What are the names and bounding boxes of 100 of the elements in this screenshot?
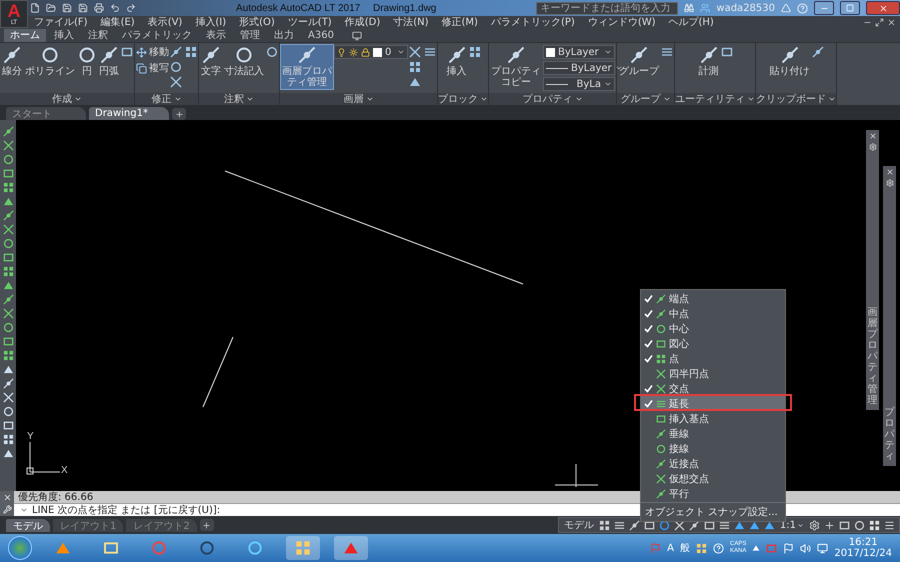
palette-strip[interactable]: プロパティ (883, 166, 896, 466)
menu-item[interactable]: 図心 (641, 336, 785, 351)
status-icon (839, 520, 850, 530)
dropdown[interactable]: ByLa (543, 77, 615, 91)
menu-item[interactable]: 形式(O) (239, 16, 275, 29)
search-field[interactable]: キーワードまたは語句を入力 (536, 2, 678, 14)
ribbon-tool-button[interactable]: 計測 (698, 45, 720, 78)
menu-item[interactable]: ツール(T) (288, 16, 332, 29)
quick-access-button[interactable] (110, 3, 120, 13)
menu-item[interactable]: ウィンドウ(W) (588, 16, 656, 29)
command-grip[interactable] (0, 491, 14, 516)
tool-icon (185, 46, 197, 58)
menu-item[interactable]: 表示(V) (148, 16, 182, 29)
quick-access-button[interactable] (30, 3, 40, 13)
plus-icon (824, 520, 835, 530)
ribbon-tool-button[interactable]: 挿入 (446, 45, 468, 78)
start-button[interactable] (8, 536, 32, 560)
new-tab-button[interactable] (172, 108, 186, 120)
ribbon-tab[interactable]: パラメトリック (116, 29, 198, 42)
tool-icon (170, 46, 182, 58)
ribbon-small-button[interactable]: 複写 (136, 61, 169, 75)
tool-icon (468, 46, 480, 58)
quick-access-button[interactable] (62, 3, 72, 13)
ribbon-tool-button[interactable]: 円弧 (98, 45, 120, 78)
menu-item[interactable]: 寸法(N) (393, 16, 429, 29)
snap-icon (656, 458, 666, 468)
ribbon-tab[interactable]: 出力 (268, 29, 300, 42)
tool-icon (2, 266, 14, 277)
quick-access-button[interactable] (126, 3, 136, 13)
ribbon-tool-button[interactable]: ポリライン (24, 45, 76, 78)
clock-date[interactable]: 2017/12/24 (834, 548, 892, 559)
menu-item[interactable]: 中心 (641, 321, 785, 336)
ribbon-small-button[interactable]: 移動 (136, 45, 169, 59)
ribbon-tool-button[interactable]: 線分 (1, 45, 23, 78)
tool-icon (2, 364, 14, 375)
tool-icon (2, 322, 14, 333)
ribbon-tab[interactable]: 表示 (200, 29, 232, 42)
maximize-button[interactable] (840, 1, 860, 15)
ribbon-tool-button[interactable]: 貼り付け (768, 45, 810, 78)
menu-item[interactable]: 編集(E) (100, 16, 135, 29)
quick-access-button[interactable] (94, 3, 104, 13)
status-icon (704, 520, 715, 530)
ribbon-tool-button[interactable]: グループ (618, 45, 660, 78)
ribbon-tab[interactable]: 挿入 (48, 29, 80, 42)
dropdown[interactable]: ByLayer (543, 45, 615, 59)
new-layout-button[interactable] (200, 519, 214, 531)
menu-item[interactable]: 挿入(I) (195, 16, 226, 29)
tool-icon (2, 350, 14, 361)
quick-access-button[interactable] (46, 3, 56, 13)
toolbar-icon (110, 3, 120, 13)
ribbon-tab[interactable]: A360 (302, 29, 340, 42)
menu-item[interactable]: オブジェクト スナップ設定... (641, 504, 785, 520)
ribbon-tool-button[interactable]: 寸法記入 (223, 45, 265, 78)
menu-item[interactable]: 四半円点 (641, 366, 785, 381)
ime-input-mode[interactable]: 般 (680, 541, 690, 555)
menu-item[interactable]: 交点 (641, 381, 785, 396)
menu-item[interactable]: パラメトリック(P) (490, 16, 575, 29)
ribbon-tool-button[interactable]: 円 (77, 45, 97, 78)
menu-item[interactable]: 仮想交点 (641, 471, 785, 486)
menu-item[interactable]: 端点 (641, 291, 785, 306)
dropdown[interactable]: 0 (334, 45, 408, 59)
ribbon-tool-button[interactable]: プロパティコピー (490, 45, 542, 89)
menu-item[interactable]: 近接点 (641, 456, 785, 471)
caret-icon (246, 95, 254, 103)
panel-title[interactable]: 作成 (52, 92, 72, 105)
axis-label: X (61, 465, 68, 476)
layout-tab[interactable]: モデル (6, 518, 50, 532)
panel-title[interactable]: 画層 (344, 92, 364, 105)
menu-item[interactable]: 点 (641, 351, 785, 366)
menu-item[interactable]: 修正(M) (442, 16, 478, 29)
ribbon-tab[interactable]: ホーム (4, 29, 46, 42)
ribbon-tab[interactable]: 注釈 (82, 29, 114, 42)
tray-icon (752, 544, 760, 552)
ribbon-tab[interactable]: 管理 (234, 29, 266, 42)
close-icon (868, 132, 876, 140)
menu-item[interactable]: 中点 (641, 306, 785, 321)
plus-icon (174, 110, 184, 118)
ime-mode[interactable]: A (667, 542, 674, 554)
menu-item[interactable]: 接線 (641, 441, 785, 456)
quick-access-button[interactable] (78, 3, 88, 13)
minimize-button[interactable] (814, 1, 834, 15)
model-space-button[interactable]: モデル (562, 518, 595, 532)
ribbon-tool-button[interactable]: 文字 (200, 45, 222, 78)
menu-item[interactable]: 作成(D) (344, 16, 380, 29)
menu-item[interactable]: ヘルプ(H) (668, 16, 714, 29)
ribbon-tool-button[interactable]: 画層プロパティ管理 (281, 45, 333, 89)
palette-strip[interactable]: 画層プロパティ管理 (866, 130, 879, 410)
tool-icon (812, 46, 824, 58)
status-icon (644, 520, 655, 530)
tool-icon (424, 46, 436, 58)
menu-item[interactable]: ファイル(F) (34, 16, 88, 29)
close-button[interactable] (866, 1, 900, 15)
document-tab[interactable]: Drawing1* (89, 107, 169, 120)
status-icon (658, 520, 670, 530)
tool-icon (100, 46, 118, 64)
toolbar-icon (94, 3, 104, 13)
menu-item[interactable]: 挿入基点 (641, 411, 785, 426)
menu-item[interactable]: 垂線 (641, 426, 785, 441)
snap-icon (656, 428, 666, 438)
snap-icon (656, 368, 666, 378)
